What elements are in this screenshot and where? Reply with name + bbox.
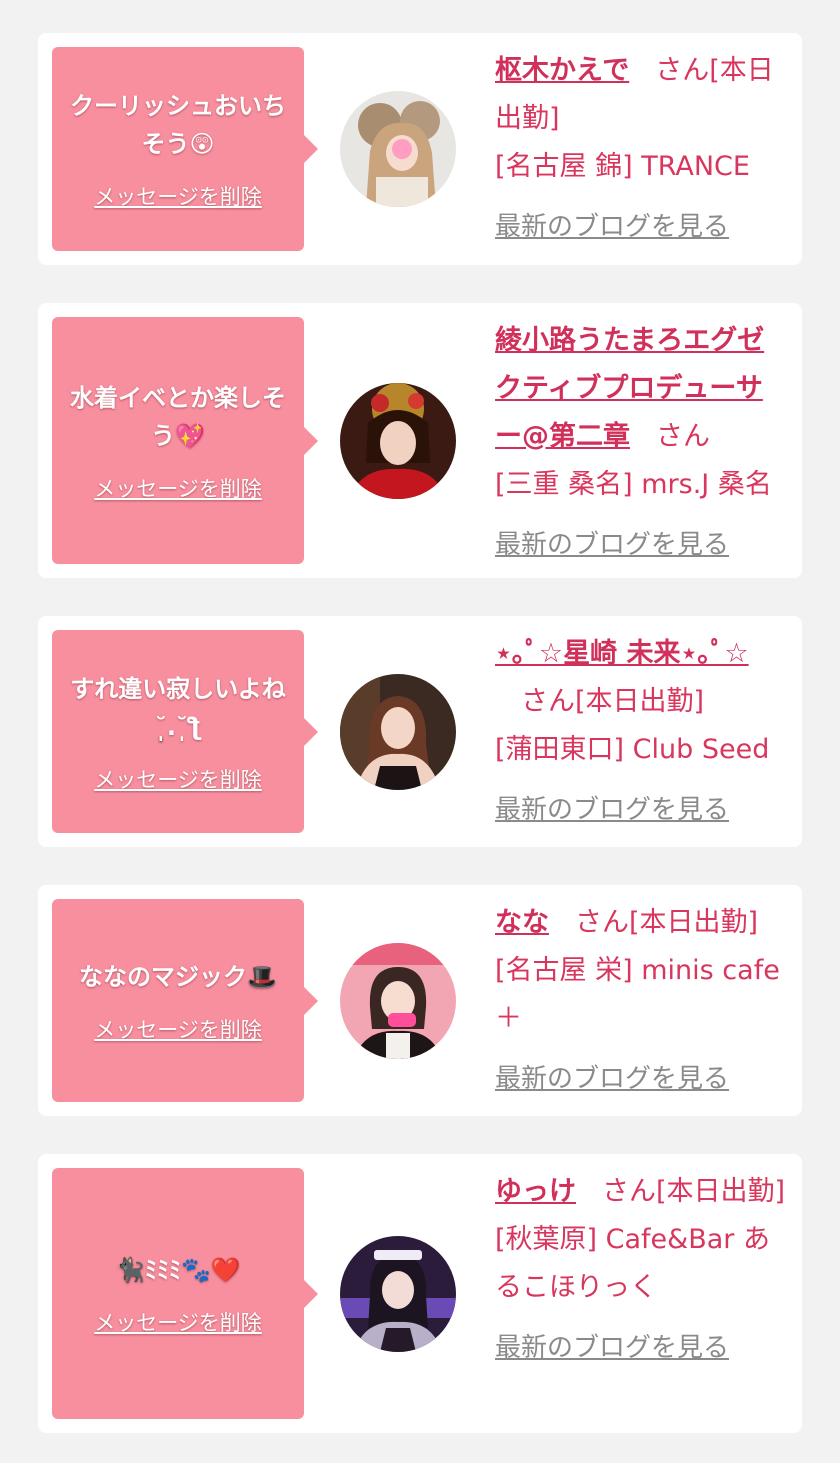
latest-blog-link[interactable]: 最新のブログを見る <box>495 1055 789 1103</box>
avatar[interactable] <box>340 1236 456 1352</box>
message-text: ななのマジック🎩 <box>79 962 277 991</box>
message-card: ななのマジック🎩 メッセージを削除 なな さん[本日出勤] [名古屋 栄] min… <box>38 885 802 1116</box>
message-list: クーリッシュおいちそう😲 メッセージを削除 枢木かえで さん[本日出勤] [名古屋… <box>0 0 840 1463</box>
delete-message-link[interactable]: メッセージを削除 <box>94 1014 262 1044</box>
delete-message-link[interactable]: メッセージを削除 <box>94 181 262 211</box>
delete-message-link[interactable]: メッセージを削除 <box>94 473 262 503</box>
avatar[interactable] <box>340 943 456 1059</box>
message-card: クーリッシュおいちそう😲 メッセージを削除 枢木かえで さん[本日出勤] [名古屋… <box>38 33 802 265</box>
message-bubble: ななのマジック🎩 メッセージを削除 <box>52 899 318 1102</box>
shop-name: [名古屋 錦] TRANCE <box>495 151 750 182</box>
latest-blog-link[interactable]: 最新のブログを見る <box>495 203 789 251</box>
cast-status: さん <box>656 421 710 452</box>
latest-blog-link[interactable]: 最新のブログを見る <box>495 521 789 569</box>
profile-info: ゆっけ さん[本日出勤] [秋葉原] Cafe&Bar あるこほりっく 最新のブロ… <box>495 1168 789 1372</box>
message-card: 水着イベとか楽しそう💖 メッセージを削除 綾小路うたまろエグゼクティブプロデュー… <box>38 303 802 578</box>
avatar[interactable] <box>340 91 456 207</box>
message-bubble: すれ違い寂しいよね ˘̩̩̩.˘̩ƪ メッセージを削除 <box>52 630 318 833</box>
cast-status: さん[本日出勤] <box>575 907 759 938</box>
profile-info: なな さん[本日出勤] [名古屋 栄] minis cafe＋ 最新のブログを見る <box>495 899 789 1103</box>
cast-name-link[interactable]: ⋆｡ﾟ☆星崎 未来⋆｡ﾟ☆ <box>495 638 749 669</box>
profile-info: 枢木かえで さん[本日出勤] [名古屋 錦] TRANCE 最新のブログを見る <box>495 47 789 251</box>
cast-name-link[interactable]: 枢木かえで <box>495 55 629 86</box>
avatar[interactable] <box>340 383 456 499</box>
message-bubble: 🐈‍⬛ﾐﾐﾐ🐾❤️ メッセージを削除 <box>52 1168 318 1419</box>
cast-name-link[interactable]: 綾小路うたまろエグゼクティブプロデューサー@第二章 <box>495 325 764 452</box>
cast-status: さん[本日出勤] <box>602 1176 786 1207</box>
cast-name-link[interactable]: なな <box>495 907 549 938</box>
message-text: 水着イベとか楽しそう💖 <box>70 383 286 450</box>
message-text: 🐈‍⬛ﾐﾐﾐ🐾❤️ <box>115 1255 241 1284</box>
shop-name: [蒲田東口] Club Seed <box>495 734 770 765</box>
message-text: すれ違い寂しいよね ˘̩̩̩.˘̩ƪ <box>70 674 286 741</box>
message-card: 🐈‍⬛ﾐﾐﾐ🐾❤️ メッセージを削除 ゆっけ さん[本日出勤] [秋葉原] Caf… <box>38 1154 802 1433</box>
profile-info: 綾小路うたまろエグゼクティブプロデューサー@第二章 さん [三重 桑名] mrs.… <box>495 317 789 569</box>
shop-name: [秋葉原] Cafe&Bar あるこほりっく <box>495 1224 770 1303</box>
message-text: クーリッシュおいちそう😲 <box>70 92 286 158</box>
message-card: すれ違い寂しいよね ˘̩̩̩.˘̩ƪ メッセージを削除 ⋆｡ﾟ☆星崎 未来⋆｡ﾟ… <box>38 616 802 847</box>
shop-name: [三重 桑名] mrs.J 桑名 <box>495 469 772 500</box>
message-bubble: クーリッシュおいちそう😲 メッセージを削除 <box>52 47 318 251</box>
profile-info: ⋆｡ﾟ☆星崎 未来⋆｡ﾟ☆ さん[本日出勤] [蒲田東口] Club Seed 最… <box>495 630 789 834</box>
cast-name-link[interactable]: ゆっけ <box>495 1176 576 1207</box>
cast-status: さん[本日出勤] <box>521 686 705 717</box>
delete-message-link[interactable]: メッセージを削除 <box>94 764 262 794</box>
delete-message-link[interactable]: メッセージを削除 <box>94 1307 262 1337</box>
message-bubble: 水着イベとか楽しそう💖 メッセージを削除 <box>52 317 318 564</box>
avatar[interactable] <box>340 674 456 790</box>
shop-name: [名古屋 栄] minis cafe＋ <box>495 955 780 1034</box>
latest-blog-link[interactable]: 最新のブログを見る <box>495 786 789 834</box>
latest-blog-link[interactable]: 最新のブログを見る <box>495 1324 789 1372</box>
